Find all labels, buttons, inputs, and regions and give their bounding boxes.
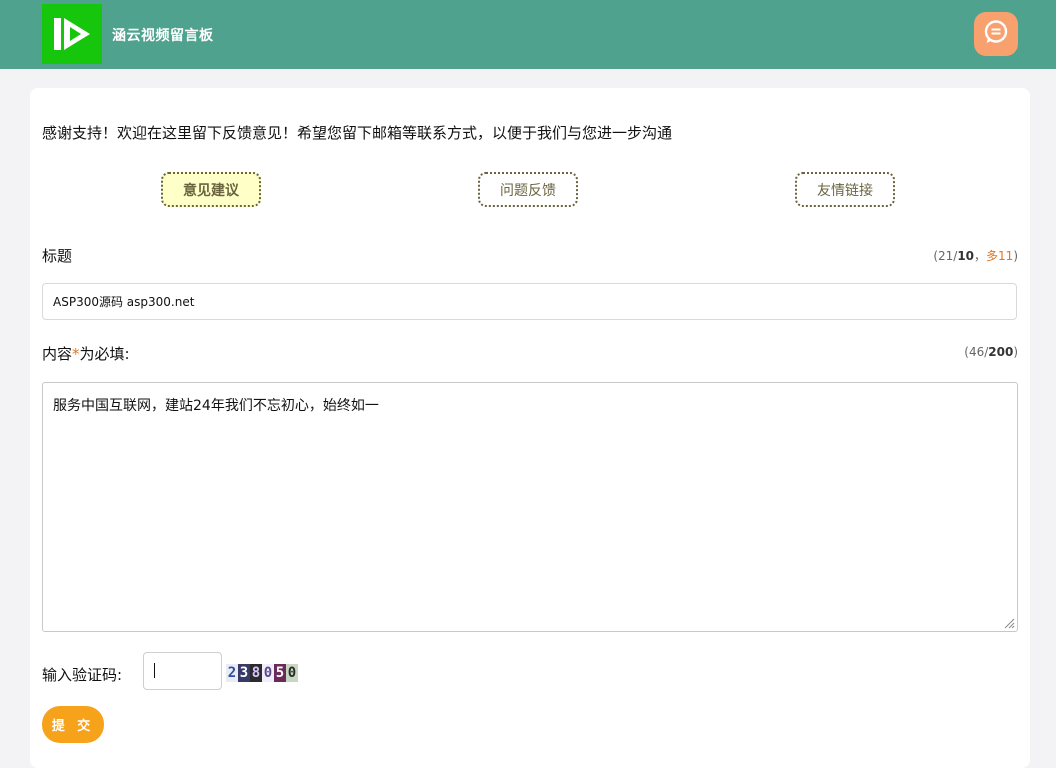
play-logo-icon[interactable] — [42, 4, 102, 64]
resize-grip-icon[interactable] — [1003, 617, 1015, 629]
tab-friend-links[interactable]: 友情链接 — [795, 172, 895, 207]
content-text: 服务中国互联网，建站24年我们不忘初心，始终如一 — [53, 398, 379, 414]
submit-button[interactable]: 提 交 — [42, 706, 104, 743]
top-bar: 涵云视频留言板 — [0, 0, 1056, 69]
feedback-card: 感谢支持！欢迎在这里留下反馈意见！希望您留下邮箱等联系方式，以便于我们与您进一步… — [30, 88, 1030, 768]
captcha-char: 0 — [262, 664, 274, 682]
text-caret — [154, 663, 155, 678]
captcha-label: 输入验证码: — [42, 666, 123, 684]
content-label: 内容*为必填: — [42, 345, 130, 363]
content-counter: (46/200) — [964, 345, 1018, 359]
intro-text: 感谢支持！欢迎在这里留下反馈意见！希望您留下邮箱等联系方式，以便于我们与您进一步… — [42, 124, 673, 142]
tab-issue-report[interactable]: 问题反馈 — [478, 172, 578, 207]
tab-suggestions[interactable]: 意见建议 — [161, 172, 261, 207]
captcha-char: 5 — [274, 664, 286, 682]
captcha-char: 0 — [286, 664, 298, 682]
captcha-char: 2 — [226, 664, 238, 682]
captcha-char: 8 — [250, 664, 262, 682]
chat-bubble-icon — [983, 19, 1009, 49]
message-button[interactable] — [974, 12, 1018, 56]
captcha-char: 3 — [238, 664, 250, 682]
captcha-input[interactable] — [143, 652, 222, 690]
site-title: 涵云视频留言板 — [112, 28, 214, 44]
content-textarea[interactable]: 服务中国互联网，建站24年我们不忘初心，始终如一 — [42, 382, 1018, 632]
required-mark: * — [72, 345, 80, 363]
title-input[interactable]: ASP300源码 asp300.net — [42, 283, 1017, 320]
title-counter: (21/10，多11) — [933, 249, 1018, 263]
title-label: 标题 — [42, 247, 73, 265]
captcha-image[interactable]: 2 3 8 0 5 0 — [226, 663, 298, 683]
